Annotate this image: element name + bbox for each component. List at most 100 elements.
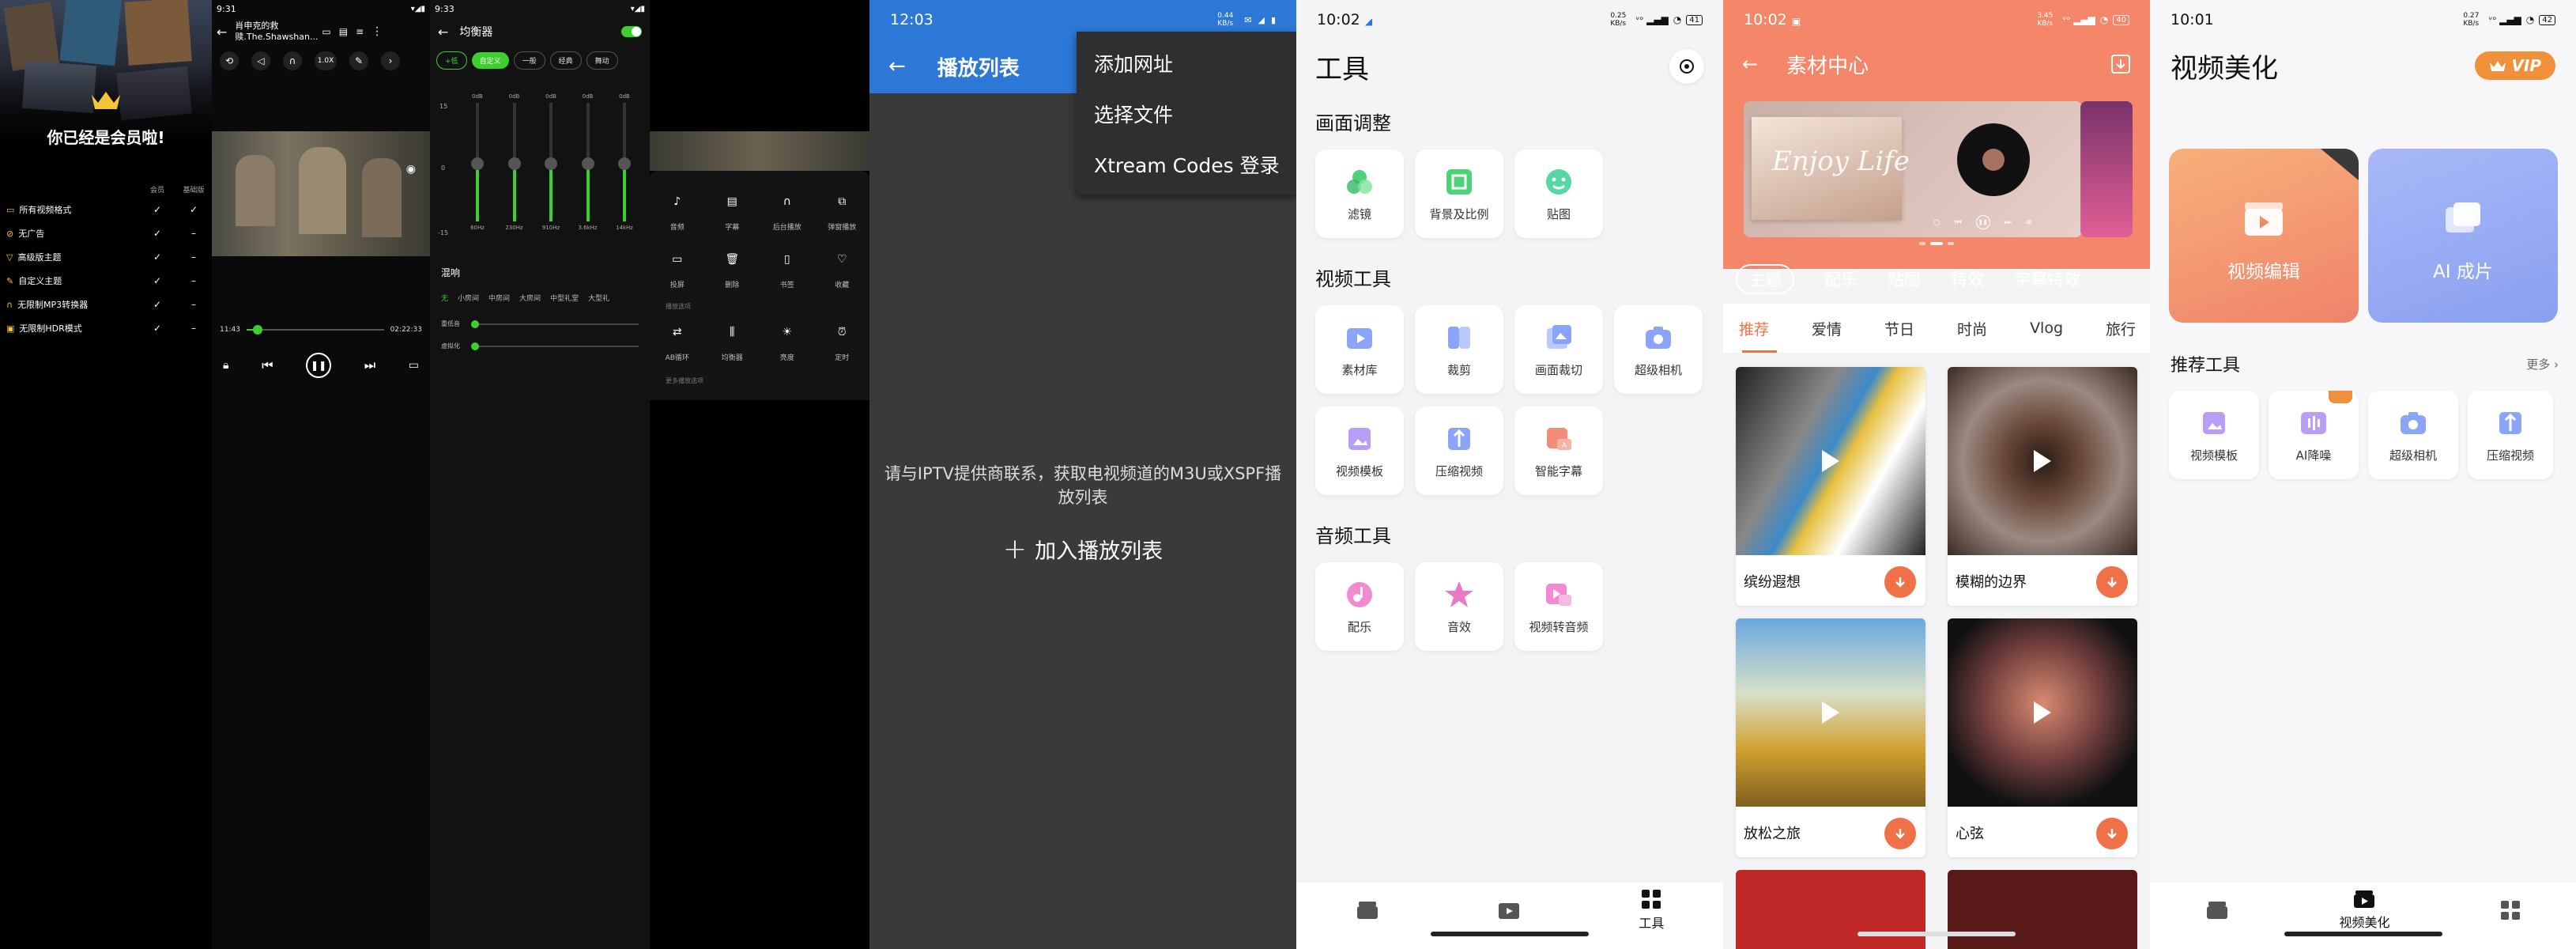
tool-material-library[interactable]: 素材库 xyxy=(1315,305,1404,394)
eq-band[interactable]: 0dB 230Hz xyxy=(499,93,530,244)
download-icon[interactable] xyxy=(2110,54,2131,74)
preset-chip[interactable]: 舞动 xyxy=(586,51,618,70)
headphone-icon[interactable]: ∩ xyxy=(283,51,302,70)
speed-button[interactable]: 1.0X xyxy=(315,51,337,70)
camera-icon[interactable]: ◉ xyxy=(406,163,416,176)
tab-music[interactable]: 配乐 xyxy=(1824,267,1858,291)
download-icon[interactable] xyxy=(1884,818,1916,849)
tool-frame-crop[interactable]: 画面裁切 xyxy=(1514,305,1603,394)
nav-clips-icon[interactable] xyxy=(1497,900,1521,921)
eq-band[interactable]: 0dB 14kHz xyxy=(609,93,640,244)
tool-video-template[interactable]: 视频模板 xyxy=(1315,406,1404,495)
seek-bar[interactable] xyxy=(246,325,384,335)
preset-chip-active[interactable]: 自定义 xyxy=(471,51,509,69)
nav-tools-icon[interactable] xyxy=(2500,900,2521,921)
menu-brightness[interactable]: ☀ 亮度 xyxy=(765,319,809,362)
back-icon[interactable]: ← xyxy=(888,55,906,78)
mute-icon[interactable]: ◁ xyxy=(251,51,270,70)
menu-select-file[interactable]: 选择文件 xyxy=(1077,90,1296,141)
draw-icon[interactable]: ✎ xyxy=(349,51,368,70)
video-edit-card[interactable]: 视频编辑 xyxy=(2169,149,2359,323)
add-playlist-button[interactable]: + 加入播放列表 xyxy=(869,533,1296,565)
template-card[interactable]: 放松之旅 xyxy=(1736,618,1925,857)
nav-home-icon[interactable] xyxy=(2205,900,2229,921)
menu-bookmark[interactable]: ▯ 书签 xyxy=(765,246,809,289)
cc-icon[interactable]: ▭ xyxy=(322,26,330,37)
next-arrow-icon[interactable]: › xyxy=(381,51,400,70)
eq-toggle[interactable] xyxy=(621,26,642,37)
subtab-love[interactable]: 爱情 xyxy=(1812,318,1842,339)
tool-video-to-audio[interactable]: 视频转音频 xyxy=(1514,562,1603,651)
template-card[interactable]: 缤纷遐想 xyxy=(1736,367,1925,606)
tab-subtitle-effects[interactable]: 字幕特效 xyxy=(2014,267,2080,291)
rec-video-template[interactable]: 视频模板 xyxy=(2169,391,2259,479)
menu-delete[interactable]: 🗑︎ 删除 xyxy=(710,246,754,289)
tool-crop[interactable]: 裁剪 xyxy=(1415,305,1503,394)
eq-band[interactable]: 0dB 910Hz xyxy=(535,93,567,244)
tool-compress-video[interactable]: 压缩视频 xyxy=(1415,406,1503,495)
download-icon[interactable] xyxy=(2096,566,2128,598)
more-link[interactable]: 更多 › xyxy=(2526,356,2559,372)
subtab-fashion[interactable]: 时尚 xyxy=(1957,318,1987,339)
subtab-travel[interactable]: 旅行 xyxy=(2106,318,2136,339)
back-icon[interactable]: ← xyxy=(217,25,227,40)
tool-sound-effect[interactable]: 音效 xyxy=(1415,562,1503,651)
ai-film-card[interactable]: AI 成片 xyxy=(2368,149,2558,323)
menu-favorite[interactable]: ♡ 收藏 xyxy=(820,246,864,289)
tool-sticker[interactable]: 贴图 xyxy=(1514,149,1603,238)
eq-band[interactable]: 0dB 60Hz xyxy=(462,93,493,244)
menu-cast[interactable]: ▭ 投屏 xyxy=(655,246,700,289)
subtab-vlog[interactable]: Vlog xyxy=(2030,319,2063,337)
menu-audio[interactable]: ♪ 音频 xyxy=(655,188,700,232)
lock-icon[interactable]: 🔒︎ xyxy=(223,359,228,372)
template-card[interactable]: 模糊的边界 xyxy=(1948,367,2137,606)
tab-theme[interactable]: 主题 xyxy=(1736,264,1794,294)
nav-beautify[interactable]: 视频美化 xyxy=(2339,890,2390,931)
tab-sticker[interactable]: 贴图 xyxy=(1888,267,1921,291)
nav-tools[interactable]: 工具 xyxy=(1639,889,1664,932)
video-frame[interactable]: ◉ xyxy=(212,131,430,256)
menu-add-url[interactable]: 添加网址 xyxy=(1077,40,1296,90)
featured-banner[interactable]: Enjoy Life ○ ⏮︎ ❚❚ ⏭︎ ≡ xyxy=(1744,101,2082,237)
rec-super-camera[interactable]: 超级相机 xyxy=(2368,391,2458,479)
menu-equalizer[interactable]: ⫼ 均衡器 xyxy=(710,319,754,362)
camera-settings-icon[interactable] xyxy=(1669,49,1704,84)
download-icon[interactable] xyxy=(2096,818,2128,849)
tool-smart-subtitle[interactable]: A 智能字幕 xyxy=(1514,406,1603,495)
pause-button[interactable]: ❚❚ xyxy=(306,353,332,378)
playlist-icon[interactable]: ≡ xyxy=(356,26,364,37)
menu-timer[interactable]: ⏰︎ 定时 xyxy=(820,319,864,362)
tool-background-ratio[interactable]: 背景及比例 xyxy=(1415,149,1503,238)
vip-button[interactable]: VIP xyxy=(2475,51,2555,80)
tool-super-camera[interactable]: 超级相机 xyxy=(1614,305,1703,394)
virtualizer-slider[interactable] xyxy=(471,342,639,350)
subtab-recommend[interactable]: 推荐 xyxy=(1739,318,1769,339)
rec-ai-denoise[interactable]: AI降噪 xyxy=(2269,391,2359,479)
rotate-icon[interactable]: ⟲ xyxy=(220,51,239,70)
menu-subtitle[interactable]: ▤ 字幕 xyxy=(710,188,754,232)
menu-popup-play[interactable]: ⧉ 弹窗播放 xyxy=(820,188,864,232)
preset-chip[interactable]: 经典 xyxy=(549,51,582,70)
rec-compress-video[interactable]: 压缩视频 xyxy=(2468,391,2553,479)
previous-icon[interactable]: ⏮︎ xyxy=(262,357,273,373)
preset-chip[interactable]: 一般 xyxy=(513,51,545,70)
template-card[interactable]: 心弦 xyxy=(1948,618,2137,857)
preset-chip[interactable]: +低 xyxy=(436,51,467,70)
download-icon[interactable] xyxy=(1884,566,1916,598)
back-icon[interactable]: ← xyxy=(438,25,448,40)
menu-xtream-login[interactable]: Xtream Codes 登录 xyxy=(1077,141,1296,191)
more-icon[interactable]: ⋮ xyxy=(372,25,383,38)
tab-effects[interactable]: 特效 xyxy=(1951,267,1984,291)
back-icon[interactable]: ← xyxy=(1742,53,1758,75)
tool-filter[interactable]: 滤镜 xyxy=(1315,149,1404,238)
subtab-festival[interactable]: 节日 xyxy=(1884,318,1914,339)
next-icon[interactable]: ⏭︎ xyxy=(364,357,375,373)
menu-ab-loop[interactable]: ⇄ AB循环 xyxy=(655,319,700,362)
eq-band[interactable]: 0dB 3.6kHz xyxy=(572,93,604,244)
bass-slider[interactable] xyxy=(471,319,639,328)
menu-background-play[interactable]: ∩ 后台播放 xyxy=(765,188,809,232)
tool-music[interactable]: 配乐 xyxy=(1315,562,1404,651)
nav-home-icon[interactable] xyxy=(1356,900,1379,921)
subtitle-icon[interactable]: ▤ xyxy=(339,26,348,37)
aspect-icon[interactable]: ▭ xyxy=(409,359,419,372)
